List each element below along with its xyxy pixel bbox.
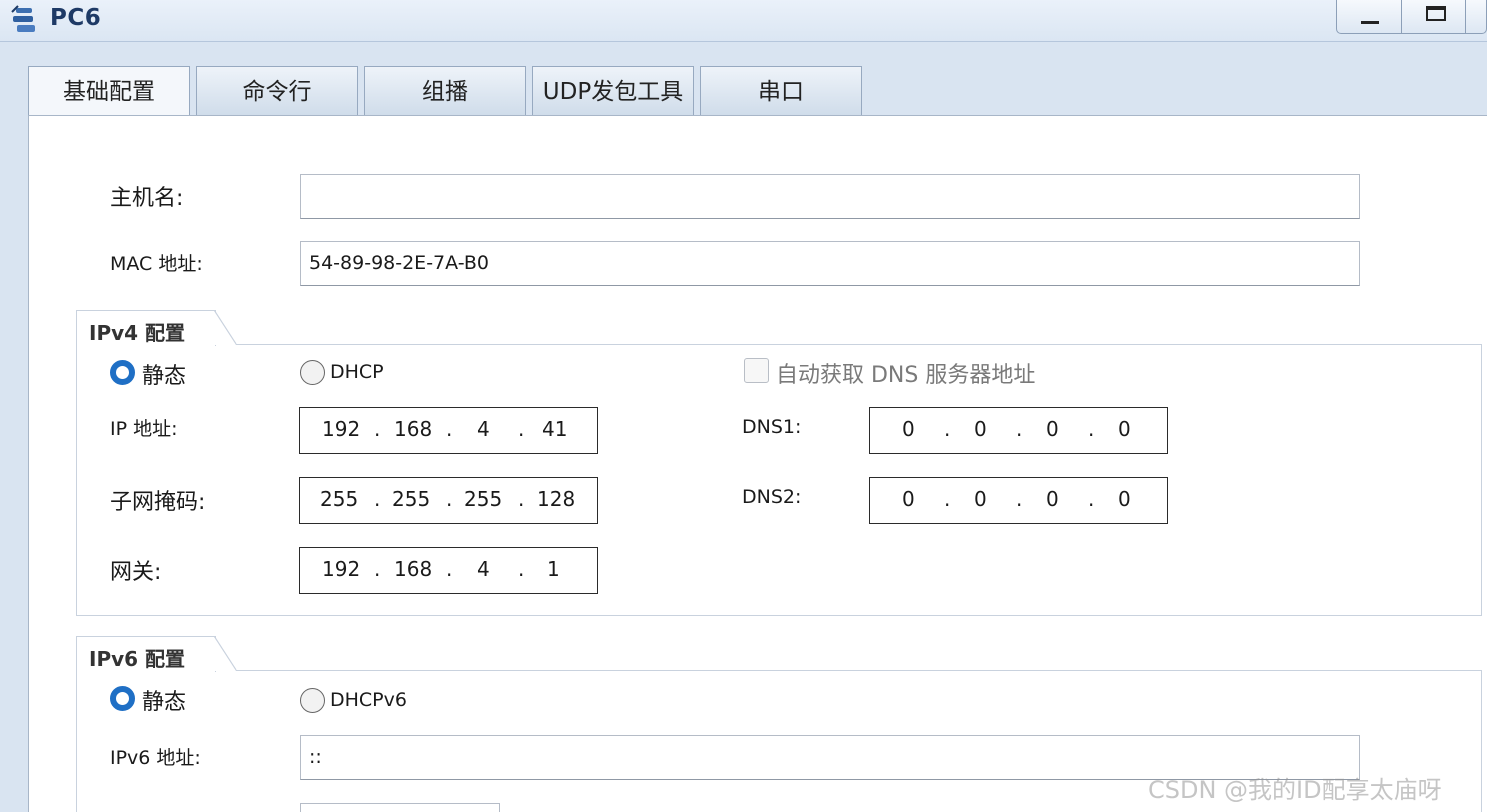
ipv4-dhcp-radio[interactable] xyxy=(300,360,325,385)
gw-octet-4: 1 xyxy=(547,557,560,581)
dns2-octet-1: 0 xyxy=(902,487,915,511)
ipv6-dhcp-label: DHCPv6 xyxy=(330,689,407,711)
title-bar: PC6 xyxy=(0,0,1487,42)
gw-octet-2: 168 xyxy=(394,557,433,581)
maximize-button[interactable] xyxy=(1402,0,1466,33)
ipv6-dhcp-radio[interactable] xyxy=(300,688,325,713)
ip-dot: . xyxy=(944,417,951,441)
ipv6-address-label: IPv6 地址: xyxy=(110,747,201,769)
ipv4-dhcp-label: DHCP xyxy=(330,361,384,383)
group-tab-slant xyxy=(214,310,237,345)
ip-dot: . xyxy=(1016,417,1023,441)
dns1-octet-2: 0 xyxy=(974,417,987,441)
ipv4-static-label: 静态 xyxy=(142,364,187,389)
ip-octet-4: 41 xyxy=(542,417,568,441)
maximize-icon xyxy=(1426,6,1446,21)
hostname-input[interactable] xyxy=(300,174,1360,219)
dns2-label: DNS2: xyxy=(742,486,802,508)
ip-octet-3: 4 xyxy=(477,417,490,441)
dns2-input[interactable]: 0 . 0 . 0 . 0 xyxy=(869,477,1168,524)
ip-octet-2: 168 xyxy=(394,417,433,441)
ipv6-group-title: IPv6 配置 xyxy=(76,636,216,672)
ip-dot: . xyxy=(1088,487,1095,511)
ip-octet-1: 192 xyxy=(322,417,361,441)
tab-serial[interactable]: 串口 xyxy=(700,66,862,116)
ipv6-static-label: 静态 xyxy=(142,690,187,715)
ipv6-prefix-input[interactable] xyxy=(300,803,500,812)
mask-octet-1: 255 xyxy=(320,487,359,511)
dns2-octet-2: 0 xyxy=(974,487,987,511)
mac-label: MAC 地址: xyxy=(110,253,203,275)
minimize-button[interactable] xyxy=(1337,0,1402,33)
ipv4-group-title: IPv4 配置 xyxy=(76,310,216,346)
minimize-icon xyxy=(1361,21,1379,24)
group-tab-slant xyxy=(214,636,237,671)
ip-dot: . xyxy=(518,417,525,441)
ip-dot: . xyxy=(446,557,453,581)
ip-address-label: IP 地址: xyxy=(110,418,178,440)
dns1-label: DNS1: xyxy=(742,416,802,438)
pc-icon xyxy=(11,5,35,32)
mask-octet-2: 255 xyxy=(392,487,431,511)
dns2-octet-4: 0 xyxy=(1118,487,1131,511)
ip-dot: . xyxy=(446,487,453,511)
dns1-octet-4: 0 xyxy=(1118,417,1131,441)
ipv6-static-radio[interactable] xyxy=(110,686,135,711)
ip-dot: . xyxy=(446,417,453,441)
pc6-config-window: PC6 基础配置 命令行 组播 UDP发包工具 串口 主机名: MAC 地址: … xyxy=(0,0,1487,812)
ip-dot: . xyxy=(944,487,951,511)
mask-octet-4: 128 xyxy=(537,487,576,511)
tab-basic-config[interactable]: 基础配置 xyxy=(28,66,190,117)
ip-dot: . xyxy=(1088,417,1095,441)
auto-dns-label: 自动获取 DNS 服务器地址 xyxy=(776,363,1036,388)
ip-dot: . xyxy=(374,487,381,511)
window-title: PC6 xyxy=(50,5,102,31)
dns1-input[interactable]: 0 . 0 . 0 . 0 xyxy=(869,407,1168,454)
tab-udp-tool[interactable]: UDP发包工具 xyxy=(532,66,694,116)
gateway-input[interactable]: 192 . 168 . 4 . 1 xyxy=(299,547,598,594)
hostname-label: 主机名: xyxy=(110,186,184,211)
gw-octet-3: 4 xyxy=(477,557,490,581)
dns2-octet-3: 0 xyxy=(1046,487,1059,511)
dns1-octet-1: 0 xyxy=(902,417,915,441)
gateway-label: 网关: xyxy=(110,560,162,585)
subnet-mask-input[interactable]: 255 . 255 . 255 . 128 xyxy=(299,477,598,524)
subnet-mask-label: 子网掩码: xyxy=(110,490,206,515)
mask-octet-3: 255 xyxy=(464,487,503,511)
ip-dot: . xyxy=(518,487,525,511)
mac-address-field[interactable]: 54-89-98-2E-7A-B0 xyxy=(300,241,1360,286)
window-controls xyxy=(1336,0,1487,34)
auto-dns-checkbox[interactable] xyxy=(744,358,769,383)
watermark: CSDN @我的ID配享太庙呀 xyxy=(1148,776,1442,804)
ip-dot: . xyxy=(374,557,381,581)
ip-dot: . xyxy=(518,557,525,581)
ip-dot: . xyxy=(1016,487,1023,511)
tab-command-line[interactable]: 命令行 xyxy=(196,66,358,116)
dns1-octet-3: 0 xyxy=(1046,417,1059,441)
ipv4-static-radio[interactable] xyxy=(110,360,135,385)
ip-address-input[interactable]: 192 . 168 . 4 . 41 xyxy=(299,407,598,454)
ip-dot: . xyxy=(374,417,381,441)
gw-octet-1: 192 xyxy=(322,557,361,581)
tab-multicast[interactable]: 组播 xyxy=(364,66,526,116)
